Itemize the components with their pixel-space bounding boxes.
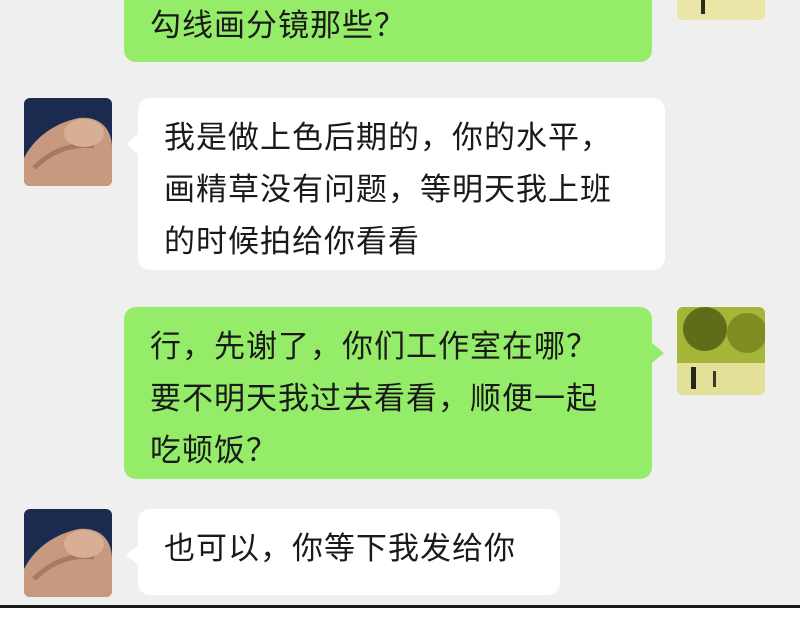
contact-avatar[interactable]	[24, 98, 112, 186]
message-bubble-incoming[interactable]: 我是做上色后期的，你的水平， 画精草没有问题，等明天我上班 的时候拍给你看看	[126, 98, 665, 270]
chat-window: 勾线画分镜那些？ 我是做上色后期的，你的水平， 画精草没有问题，等明天我上班 的…	[0, 0, 800, 605]
message-bubble-outgoing[interactable]: 行，先谢了，你们工作室在哪？ 要不明天我过去看看，顺便一起 吃顿饭？	[124, 307, 664, 479]
landscape-figure-icon	[677, 0, 765, 20]
muscular-arm-icon	[24, 98, 112, 186]
bottom-divider	[0, 605, 800, 624]
message-bubble-incoming[interactable]: 也可以，你等下我发给你	[126, 509, 560, 595]
contact-avatar[interactable]	[24, 509, 112, 597]
self-avatar-top[interactable]	[677, 0, 765, 20]
muscular-arm-icon	[24, 509, 112, 597]
message-bubble-outgoing[interactable]: 勾线画分镜那些？	[124, 0, 652, 62]
self-avatar[interactable]	[677, 307, 765, 395]
landscape-figure-icon	[677, 307, 765, 395]
